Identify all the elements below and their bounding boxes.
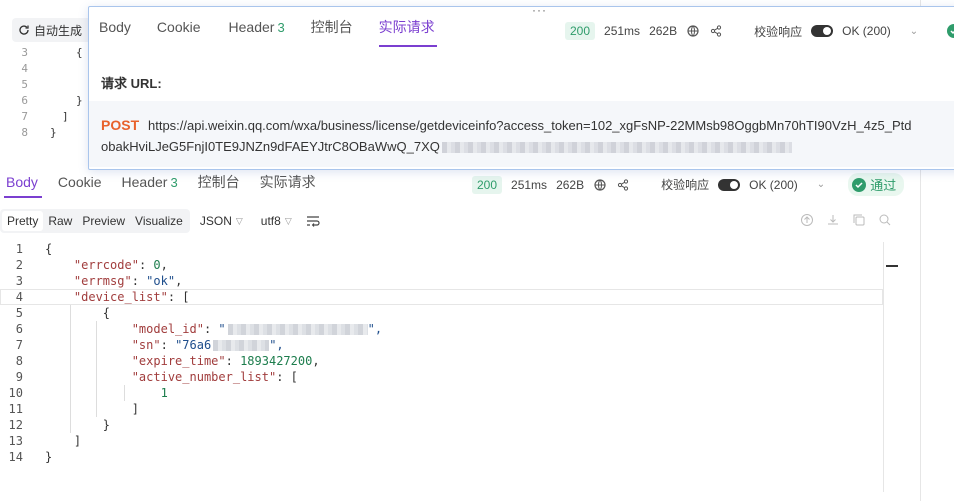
- code-line: 11 ]: [8, 402, 139, 416]
- request-url-label: 请求 URL:: [101, 76, 162, 91]
- redacted-token: [441, 142, 792, 154]
- chevron-down-icon: ▽: [235, 215, 243, 226]
- autogen-label: 自动生成: [34, 23, 83, 38]
- check-icon: [947, 24, 954, 38]
- request-url-box: POST https://api.weixin.qq.com/wxa/busin…: [89, 101, 954, 167]
- mode-raw[interactable]: Raw: [43, 211, 77, 231]
- background-code: 3{ 4 5 6} 7] 8}: [0, 44, 90, 140]
- response-size: 262B: [649, 24, 678, 38]
- chevron-down-icon: ▽: [284, 215, 292, 226]
- response-tabs: Body Cookie Header 3 控制台 实际请求: [0, 166, 326, 198]
- code-line: 14}: [8, 450, 53, 464]
- status-badge: 200: [565, 22, 596, 40]
- search-icon[interactable]: [878, 213, 892, 227]
- code-line: 10 1: [8, 386, 168, 400]
- validate-value[interactable]: OK (200): [842, 24, 891, 38]
- drag-handle[interactable]: ···: [532, 3, 547, 17]
- response-size: 262B: [556, 177, 585, 192]
- format-mode-group: Pretty Raw Preview Visualize: [0, 209, 190, 233]
- refresh-icon: [19, 25, 29, 35]
- redacted-value: [213, 340, 270, 351]
- popup-tab-body[interactable]: Body: [89, 7, 141, 47]
- encoding-select[interactable]: utf8 ▽: [261, 214, 292, 228]
- bg-code-line: 7]: [21, 109, 69, 123]
- format-actions: [800, 213, 892, 227]
- request-url-text[interactable]: https://api.weixin.qq.com/wxa/business/l…: [148, 118, 911, 133]
- response-time: 251ms: [511, 177, 548, 192]
- minimap-marker: [886, 265, 898, 267]
- copy-icon[interactable]: [852, 213, 866, 227]
- status-badge: 200: [472, 175, 503, 194]
- response-body-code[interactable]: 1{ 2 "errcode": 0, 3 "errmsg": "ok", 4 "…: [0, 241, 883, 465]
- popup-tab-header[interactable]: Header 3: [211, 7, 295, 47]
- tab-body[interactable]: Body: [0, 166, 48, 198]
- chevron-down-icon[interactable]: ⌄: [910, 26, 918, 37]
- bg-code-line: 4: [21, 61, 28, 75]
- share-icon[interactable]: [616, 178, 630, 192]
- redacted-value: [227, 324, 368, 335]
- validate-label: 校验响应: [661, 178, 710, 192]
- code-line: 2 "errcode": 0,: [15, 258, 168, 272]
- pass-badge: 通过: [848, 173, 905, 196]
- upload-icon[interactable]: [800, 213, 814, 227]
- bg-code-line: 5: [21, 77, 28, 91]
- mode-visualize[interactable]: Visualize: [130, 211, 188, 231]
- code-line: 9 "active_number_list": [: [15, 370, 298, 384]
- request-method: POST: [101, 117, 140, 133]
- popup-tab-cookie[interactable]: Cookie: [141, 7, 211, 47]
- format-type-select[interactable]: JSON ▽: [200, 214, 243, 228]
- code-line: 7 "sn": "76a6 ",: [15, 338, 284, 352]
- tab-header[interactable]: Header 3: [112, 166, 188, 198]
- actual-request-popup: ··· Body Cookie Header3 控制台 实际请求 #popup-…: [88, 3, 954, 170]
- validate-toggle[interactable]: [811, 25, 834, 37]
- validate-value[interactable]: OK (200): [749, 178, 798, 192]
- code-line: 4 "device_list": [: [0, 289, 883, 305]
- code-line: 6 "model_id": " ",: [15, 322, 383, 336]
- code-line: 3 "errmsg": "ok",: [15, 274, 183, 288]
- mode-preview[interactable]: Preview: [77, 211, 130, 231]
- tab-cookie[interactable]: Cookie: [48, 166, 112, 198]
- tab-console[interactable]: 控制台: [188, 166, 250, 198]
- response-time: 251ms: [604, 24, 641, 38]
- chevron-down-icon[interactable]: ⌄: [817, 179, 825, 190]
- validate-toggle[interactable]: [718, 178, 741, 191]
- response-meta: 200 251ms 262B 校验响应 OK (200) ⌄ 通过: [472, 173, 905, 196]
- code-line: 8 "expire_time": 1893427200,: [15, 354, 320, 368]
- popup-meta: 200 251ms 262B 校验响应 OK (200) ⌄: [565, 22, 954, 40]
- globe-icon[interactable]: [686, 24, 700, 38]
- validate-label: 校验响应: [754, 24, 803, 39]
- bg-code-line: 8}: [21, 125, 57, 139]
- mode-pretty[interactable]: Pretty: [2, 211, 44, 231]
- format-toolbar: Pretty Raw Preview Visualize JSON ▽ utf8 ▽: [0, 208, 320, 234]
- code-line: 12 }: [8, 418, 111, 432]
- bg-code-line: 6}: [21, 93, 83, 107]
- check-icon: [852, 177, 867, 192]
- code-line: 13 ]: [8, 434, 82, 448]
- share-icon[interactable]: [709, 24, 723, 38]
- code-line: 5 {: [15, 306, 111, 320]
- request-url-text-cont[interactable]: obakHviLJeG5FnjI0TE9JNZn9dFAEYJtrC8OBaWw…: [101, 139, 792, 154]
- code-line: 1{: [15, 242, 53, 256]
- bg-code-line: 3{: [21, 45, 83, 59]
- popup-tab-console[interactable]: 控制台: [295, 7, 363, 47]
- tab-actual-request[interactable]: 实际请求: [250, 166, 326, 198]
- globe-icon[interactable]: [593, 178, 607, 192]
- download-icon[interactable]: [826, 213, 840, 227]
- wrap-lines-icon[interactable]: [306, 215, 320, 227]
- popup-tabs: Body Cookie Header 3 控制台 实际请求: [89, 7, 445, 47]
- scrollbar-track[interactable]: [883, 242, 884, 492]
- popup-tab-actual-request[interactable]: 实际请求: [363, 7, 445, 47]
